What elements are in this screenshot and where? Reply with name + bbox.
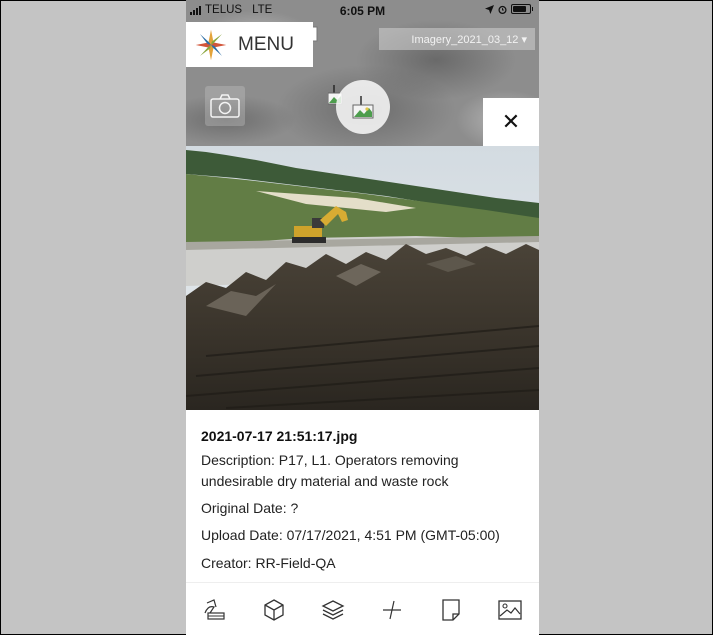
measure-button[interactable]: [377, 595, 407, 625]
location-arrow-icon: [484, 4, 494, 14]
camera-icon: [210, 94, 240, 118]
app-logo-icon: [195, 29, 227, 60]
draw-shape-icon: [204, 599, 225, 620]
phone-screen: TELUS LTE 6:05 PM MENU Imagery_2021_03_1…: [186, 0, 539, 635]
upload-date-text: Upload Date: 07/17/2021, 4:51 PM (GMT-05…: [201, 527, 500, 543]
close-button[interactable]: ✕: [483, 98, 539, 146]
bottom-toolbar: [186, 582, 539, 635]
original-date-text: Original Date: ?: [201, 500, 299, 516]
creator-text: Creator: RR-Field-QA: [201, 555, 336, 571]
layers-button[interactable]: [318, 595, 348, 625]
note-icon: [442, 599, 460, 621]
selected-photo-marker-icon: [352, 96, 374, 119]
site-photo: [186, 146, 539, 410]
image-button[interactable]: [495, 595, 525, 625]
image-icon: [498, 600, 522, 620]
photo-details-panel: 2021-07-17 21:51:17.jpg Description: P17…: [186, 410, 539, 582]
camera-button[interactable]: [205, 86, 245, 126]
selected-photo-marker[interactable]: [336, 80, 390, 134]
alarm-icon: [497, 5, 507, 14]
battery-icon: [510, 4, 531, 14]
cube-button[interactable]: [259, 595, 289, 625]
layers-icon: [321, 600, 345, 620]
cube-icon: [264, 599, 284, 621]
file-name: 2021-07-17 21:51:17.jpg: [201, 428, 358, 444]
imagery-selector-label: Imagery_2021_03_12 ▾: [411, 33, 527, 46]
close-icon: ✕: [501, 109, 521, 134]
status-bar: TELUS LTE 6:05 PM: [186, 0, 539, 22]
measure-icon: [383, 600, 401, 620]
draw-shape-button[interactable]: [201, 595, 231, 625]
menu-label: MENU: [238, 33, 294, 55]
imagery-selector[interactable]: Imagery_2021_03_12 ▾: [379, 28, 535, 50]
menu-button[interactable]: MENU: [186, 22, 313, 67]
note-button[interactable]: [436, 595, 466, 625]
description-text: Description: P17, L1. Operators removing…: [201, 452, 459, 489]
